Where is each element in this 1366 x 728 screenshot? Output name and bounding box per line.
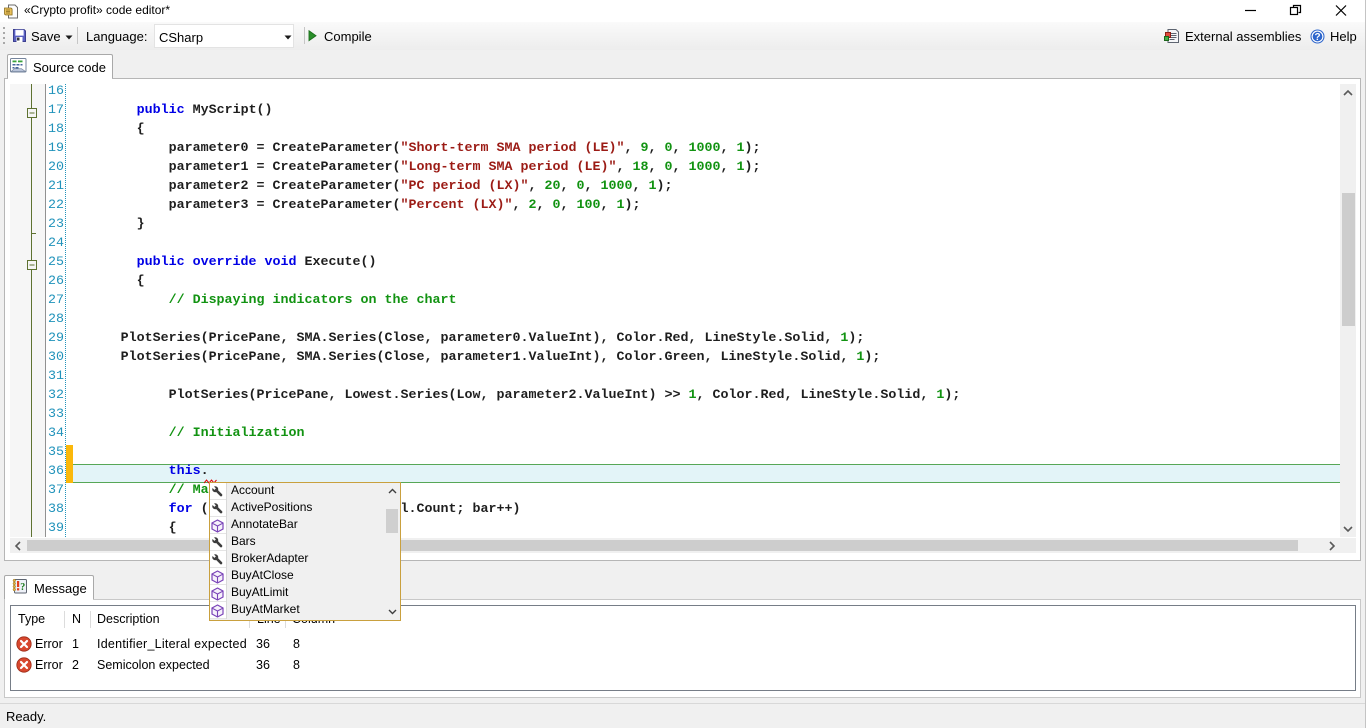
svg-text:?: ? <box>1314 32 1320 43</box>
svg-text:?: ? <box>20 582 25 593</box>
